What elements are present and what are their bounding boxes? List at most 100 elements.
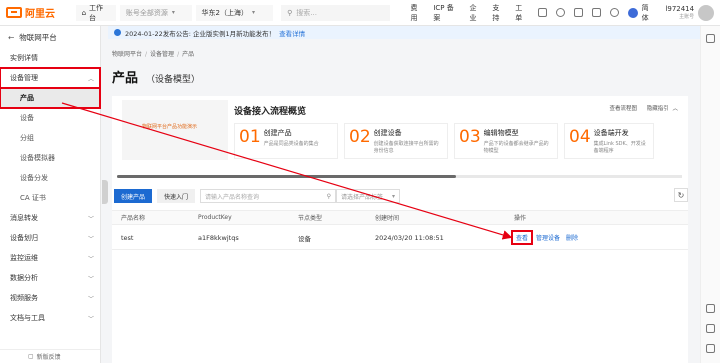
sidebar-item-monitoring[interactable]: 监控运维 ﹀ (0, 248, 100, 268)
table-row: test a1F8kkwjtqs 设备 2024/03/20 11:08:51 … (112, 226, 688, 250)
info-icon (114, 29, 121, 36)
sidebar-item-label: 数据分析 (10, 274, 38, 282)
sidebar-item-label: CA 证书 (20, 194, 46, 202)
chevron-down-icon: ﹀ (87, 275, 94, 283)
actions-cell: 查看 管理设备 删除 (510, 226, 584, 249)
search-icon[interactable]: ⚲ (327, 193, 331, 200)
created-time-cell: 2024/03/20 11:08:51 (375, 233, 444, 242)
chat-icon[interactable] (706, 34, 715, 43)
help-icon[interactable] (591, 8, 601, 17)
flow-step[interactable]: 03 编辑物模型产品下的设备都会继承产品的物模型 (454, 123, 558, 159)
view-product-link[interactable]: 查看 (510, 230, 534, 245)
sidebar-item-device-distribution[interactable]: 设备分发 (0, 168, 100, 188)
avatar[interactable] (698, 4, 714, 21)
create-product-button[interactable]: 创建产品 (114, 189, 153, 203)
workbench-button[interactable]: ⌂ 工作台 (75, 3, 116, 22)
chevron-down-icon: ﹀ (87, 315, 94, 323)
flow-scrollbar[interactable] (117, 174, 682, 178)
feedback-link[interactable]: ▢ 新版反馈 (0, 349, 100, 363)
product-table-card: 创建产品 快速入门 请输入产品名称查询 ⚲ 请选择产品标签 ▾ ↻ 产品名称 P… (112, 182, 688, 363)
region-select[interactable]: 华东2（上海） ▾ (195, 4, 274, 21)
sidebar-item-device-simulator[interactable]: 设备模拟器 (0, 148, 100, 168)
language-label[interactable]: 简体 (642, 3, 656, 23)
hide-guide-link[interactable]: 隐藏指引 (647, 106, 669, 112)
sidebar-item-docs-tools[interactable]: 文档与工具 ﹀ (0, 308, 100, 328)
announcement-link[interactable]: 查看详情 (279, 28, 305, 38)
step-desc: 产品是同品类设备的集合 (263, 141, 319, 147)
tag-select-placeholder: 请选择产品标签 (341, 193, 384, 201)
view-flowchart-link[interactable]: 查看流程图 (609, 106, 637, 112)
brand-logo[interactable]: 阿里云 (6, 5, 76, 20)
flow-step[interactable]: 01 创建产品 产品是同品类设备的集合 (234, 123, 338, 159)
product-key-cell: a1F8kkwjtqs (198, 233, 239, 242)
sidebar-item-label: 消息转发 (10, 214, 38, 222)
console-icon[interactable] (538, 8, 548, 17)
main-content: 2024-01-22发布公告: 企业版实例1月新功能发布！ 查看详情 物联网平台… (108, 26, 700, 363)
breadcrumb-item[interactable]: 设备管理 (150, 51, 174, 58)
workbench-label: 工作台 (89, 3, 104, 22)
grid-icon[interactable] (706, 344, 715, 353)
feedback-label: 新版反馈 (36, 354, 61, 361)
breadcrumb: 物联网平台 / 设备管理 / 产品 (112, 49, 194, 58)
flow-steps: 01 创建产品 产品是同品类设备的集合 02 创建设备 创建设备获取连接平台所需的身… (234, 123, 654, 159)
bell-icon[interactable] (556, 8, 565, 17)
global-search-input[interactable]: ⚲ 搜索... (281, 4, 391, 21)
region-label: 华东2（上海） (201, 8, 248, 17)
column-header-created: 创建时间 (375, 215, 400, 222)
page-subtitle: （设备模型） (146, 75, 201, 85)
scrollbar-thumb[interactable] (117, 175, 456, 178)
top-link-fee[interactable]: 费用 (410, 3, 424, 23)
refresh-button[interactable]: ↻ (674, 188, 688, 202)
flow-step[interactable]: 02 创建设备 创建设备获取连接平台所需的身份信息 (344, 123, 448, 159)
breadcrumb-item[interactable]: 物联网平台 (112, 51, 142, 58)
chevron-up-icon[interactable]: ︿ (672, 106, 678, 112)
sidebar-item-device-management[interactable]: 设备管理 ︿ (0, 67, 101, 89)
globe-icon[interactable] (627, 7, 638, 18)
home-icon: ⌂ (81, 8, 87, 17)
column-header-actions: 操作 (514, 215, 527, 222)
top-link-ticket[interactable]: 工单 (515, 3, 529, 23)
step-number: 03 (459, 127, 481, 147)
column-header-node-type: 节点类型 (298, 215, 323, 222)
sidebar-item-device[interactable]: 设备 (0, 108, 100, 128)
refresh-icon: ↻ (677, 190, 685, 200)
sidebar-item-message-forwarding[interactable]: 消息转发 ﹀ (0, 208, 100, 228)
manage-devices-link[interactable]: 管理设备 (536, 233, 560, 242)
product-tag-select[interactable]: 请选择产品标签 ▾ (336, 189, 401, 203)
flow-step[interactable]: 04 设备端开发 集成Link SDK、开发设备端程序 (564, 123, 654, 159)
sidebar-title: 物联网平台 (19, 32, 57, 42)
top-link-icp[interactable]: ICP 备案 (433, 3, 460, 23)
column-header-productkey: ProductKey (198, 214, 232, 221)
demo-video-thumbnail[interactable]: 物联网平台产品功能演示 (122, 100, 228, 160)
step-desc: 产品下的设备都会继承产品的物模型 (483, 141, 549, 154)
sidebar-item-device-assignment[interactable]: 设备划归 ﹀ (0, 228, 100, 248)
breadcrumb-item-current: 产品 (182, 51, 195, 58)
assistant-icon[interactable] (609, 8, 619, 17)
top-icon-group: 简体 (538, 3, 655, 23)
sidebar-header[interactable]: ← 物联网平台 (0, 26, 100, 48)
sidebar-item-ca-certificate[interactable]: CA 证书 (0, 188, 100, 208)
sidebar-item-instance-detail[interactable]: 实例详情 (0, 48, 100, 68)
product-search-input[interactable]: 请输入产品名称查询 ⚲ (200, 189, 337, 203)
cart-icon[interactable] (573, 8, 583, 17)
top-link-support[interactable]: 支持 (492, 3, 506, 23)
quick-start-button[interactable]: 快速入门 (157, 189, 196, 203)
aliyun-logo-icon (6, 7, 22, 18)
top-link-enterprise[interactable]: 企业 (470, 3, 484, 23)
sidebar-item-group[interactable]: 分组 (0, 128, 100, 148)
sidebar-item-data-analysis[interactable]: 数据分析 ﹀ (0, 268, 100, 288)
edit-icon[interactable] (706, 304, 715, 313)
message-icon[interactable] (706, 324, 715, 333)
user-info[interactable]: l972414 主账号 (665, 5, 694, 21)
sidebar-item-label: 视频服务 (10, 294, 38, 302)
sidebar-item-product[interactable]: 产品 (0, 87, 101, 109)
sidebar-item-video-service[interactable]: 视频服务 ﹀ (0, 288, 100, 308)
step-title: 创建产品 (263, 129, 292, 137)
page-title-text: 产品 (112, 71, 139, 86)
step-title: 编辑物模型 (483, 129, 519, 137)
chevron-down-icon: ▾ (251, 9, 255, 16)
back-arrow-icon[interactable]: ← (8, 33, 14, 42)
product-name-cell: test (121, 233, 134, 242)
resource-group-select[interactable]: 账号全部资源 ▾ (119, 4, 192, 21)
delete-product-link[interactable]: 删除 (566, 233, 578, 242)
